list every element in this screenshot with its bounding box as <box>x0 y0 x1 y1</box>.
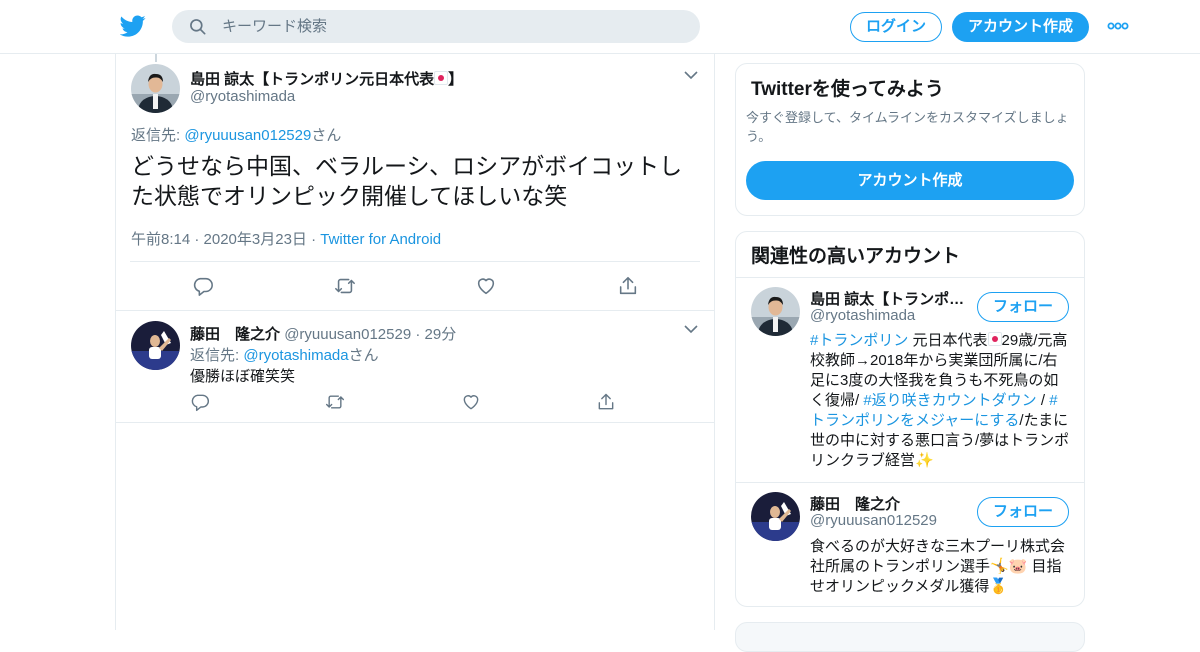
divider <box>736 277 1084 278</box>
avatar[interactable] <box>131 321 180 370</box>
related-account-handle[interactable]: @ryotashimada <box>810 307 915 324</box>
reply-mention-link[interactable]: @ryuuusan012529 <box>184 127 311 144</box>
search-box[interactable] <box>172 10 700 43</box>
reply-author-handle[interactable]: @ryuuusan012529 <box>284 326 411 343</box>
bio-text: / <box>1036 392 1050 409</box>
reply-author-name[interactable]: 藤田 隆之介 <box>190 326 280 343</box>
author-name-text: 島田 諒太【トランポリン元日本代表 <box>190 71 435 88</box>
search-input[interactable] <box>222 10 682 43</box>
twitter-bird-logo-icon[interactable] <box>120 13 146 39</box>
bio-text: 元日本代表 <box>908 332 988 349</box>
avatar[interactable] <box>131 64 180 113</box>
pig-face-icon: 🐷 <box>1008 558 1028 575</box>
related-accounts-title: 関連性の高いアカウント <box>751 246 961 267</box>
follow-button[interactable]: フォロー <box>977 497 1069 527</box>
share-icon[interactable] <box>596 392 616 412</box>
reply-context: 返信先: @ryotashimadaさん <box>190 344 379 365</box>
divider <box>116 310 714 311</box>
related-account-bio: #トランポリン 元日本代表 29歳/元高校教師→2018年から実業団所属に/右足に… <box>810 331 1072 471</box>
reply-mention-link[interactable]: @ryotashimada <box>243 347 348 364</box>
like-heart-icon[interactable] <box>475 275 497 297</box>
chevron-down-icon[interactable] <box>684 71 698 80</box>
signup-prompt-card: Twitterを使ってみよう 今すぐ登録して、タイムラインをカスタマイズしましょ… <box>735 63 1085 216</box>
reply-suffix: さん <box>348 347 379 364</box>
signup-card-title: Twitterを使ってみよう <box>751 79 944 100</box>
japan-flag-icon <box>434 71 449 85</box>
more-options-icon[interactable] <box>1107 19 1129 33</box>
related-account-name[interactable]: 藤田 隆之介 <box>810 493 970 514</box>
signup-card-button[interactable]: アカウント作成 <box>746 161 1074 200</box>
tweet-text: どうせなら中国、ベラルーシ、ロシアがボイコットした状態でオリンピック開催してほし… <box>131 153 683 209</box>
tweet-meta: 午前8:14 · 2020年3月23日 · Twitter for Androi… <box>131 228 441 249</box>
japan-flag-icon <box>987 332 1002 346</box>
tweet-author-handle[interactable]: @ryotashimada <box>190 88 295 105</box>
login-button[interactable]: ログイン <box>850 12 942 42</box>
related-accounts-card: 関連性の高いアカウント 島田 諒太【トランポ… @ryotashimada フォ… <box>735 231 1085 607</box>
timeline-column: 島田 諒太【トランポリン元日本代表】 @ryotashimada 返信先: @r… <box>115 54 715 630</box>
follow-button[interactable]: フォロー <box>977 292 1069 322</box>
reply-icon[interactable] <box>190 392 210 412</box>
related-account-bio: 食べるのが大好きな三木プーリ株式会社所属のトランポリン選手🤸🐷 目指せオリンピッ… <box>810 537 1072 597</box>
avatar[interactable] <box>751 492 800 541</box>
reply-timestamp[interactable]: · 29分 <box>411 326 456 343</box>
sparkles-icon: ✨ <box>915 452 934 469</box>
tweet-source-link[interactable]: Twitter for Android <box>320 231 441 248</box>
next-sidebar-card <box>735 622 1085 652</box>
retweet-icon[interactable] <box>325 392 345 412</box>
tweet-author-name[interactable]: 島田 諒太【トランポリン元日本代表】 <box>190 68 463 89</box>
tweet-timestamp[interactable]: 午前8:14 · 2020年3月23日 · <box>131 231 320 248</box>
divider <box>116 422 714 423</box>
retweet-icon[interactable] <box>334 275 356 297</box>
chevron-down-icon[interactable] <box>684 325 698 334</box>
trampoline-athlete-icon: 🤸 <box>990 558 1009 575</box>
hashtag-link[interactable]: #トランポリン <box>810 332 908 349</box>
reply-prefix: 返信先: <box>190 347 244 364</box>
related-account-name[interactable]: 島田 諒太【トランポ… <box>810 288 970 309</box>
top-header: ログイン アカウント作成 <box>0 0 1200 54</box>
search-icon <box>190 19 206 35</box>
divider <box>736 482 1084 483</box>
reply-icon[interactable] <box>192 275 214 297</box>
like-heart-icon[interactable] <box>461 392 481 412</box>
avatar[interactable] <box>751 287 800 336</box>
reply-text: 優勝ほぼ確笑笑 <box>190 368 296 385</box>
related-account-handle[interactable]: @ryuuusan012529 <box>810 512 937 529</box>
hashtag-link[interactable]: #返り咲きカウントダウン <box>863 392 1036 409</box>
reply-suffix: さん <box>311 127 342 144</box>
share-icon[interactable] <box>617 275 639 297</box>
signup-card-description: 今すぐ登録して、タイムラインをカスタマイズしましょう。 <box>746 110 1069 144</box>
divider <box>130 261 700 262</box>
thread-connector-line <box>155 54 157 62</box>
reply-author-line: 藤田 隆之介 @ryuuusan012529 · 29分 <box>190 323 456 344</box>
author-name-suffix: 】 <box>448 71 464 88</box>
reply-context: 返信先: @ryuuusan012529さん <box>131 124 341 145</box>
reply-prefix: 返信先: <box>131 127 185 144</box>
gold-medal-icon: 🥇 <box>989 578 1009 595</box>
signup-button[interactable]: アカウント作成 <box>952 12 1089 42</box>
